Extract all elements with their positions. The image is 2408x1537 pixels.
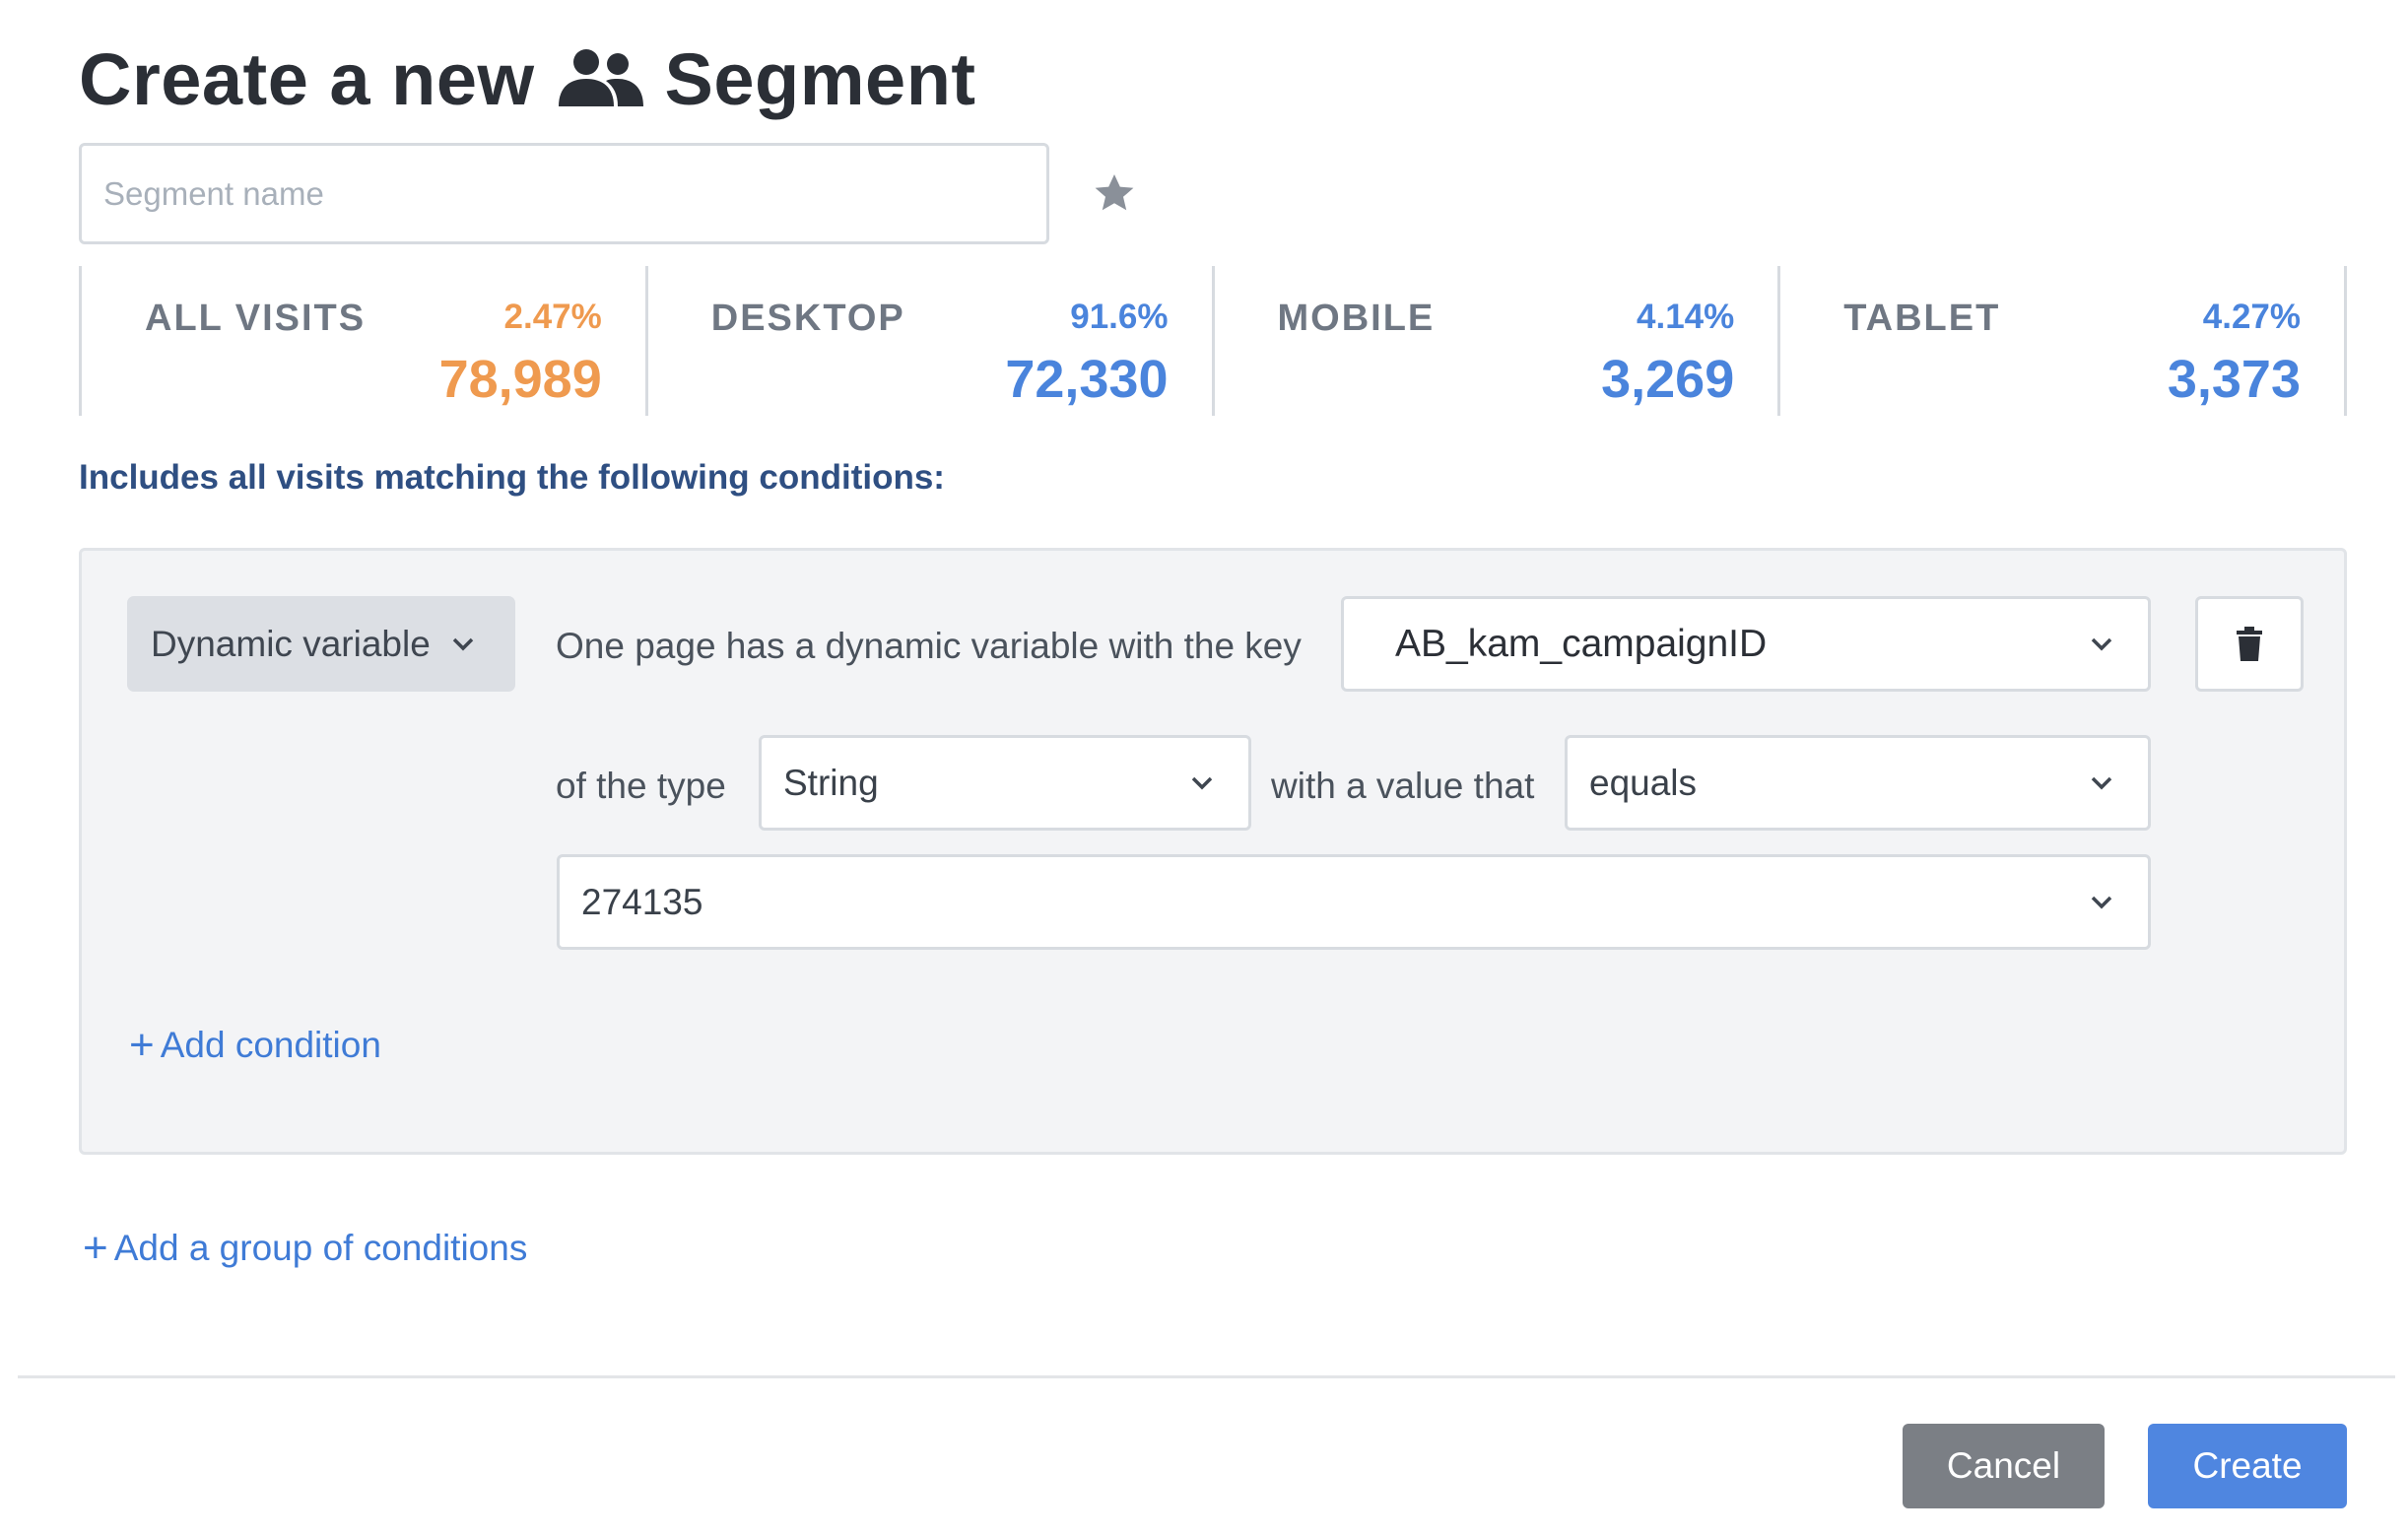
footer-divider bbox=[18, 1375, 2395, 1378]
stat-label: MOBILE bbox=[1277, 298, 1436, 339]
create-button[interactable]: Create bbox=[2148, 1424, 2347, 1508]
operator-value: equals bbox=[1589, 762, 1698, 803]
chevron-down-icon bbox=[1191, 776, 1213, 789]
key-value: AB_kam_campaignID bbox=[1395, 622, 1768, 665]
data-type-dropdown[interactable]: String bbox=[759, 735, 1251, 831]
page-title: Create a new Segment bbox=[79, 37, 976, 121]
stat-percent: 2.47% bbox=[503, 298, 602, 336]
title-prefix: Create a new bbox=[79, 38, 535, 120]
condition-sentence-operator: with a value that bbox=[1271, 766, 1535, 806]
condition-sentence-key: One page has a dynamic variable with the… bbox=[556, 626, 1302, 666]
stat-count: 72,330 bbox=[1005, 350, 1169, 409]
value-dropdown[interactable]: 274135 bbox=[557, 854, 2151, 950]
stat-percent: 4.27% bbox=[2202, 298, 2301, 336]
chevron-down-icon bbox=[452, 637, 474, 650]
stat-label: TABLET bbox=[1843, 298, 2001, 339]
cancel-button[interactable]: Cancel bbox=[1903, 1424, 2105, 1508]
stat-count: 78,989 bbox=[438, 350, 602, 409]
chevron-down-icon bbox=[2091, 637, 2112, 650]
title-suffix: Segment bbox=[664, 38, 976, 120]
stat-all-visits[interactable]: ALL VISITS 2.47% 78,989 bbox=[79, 266, 645, 416]
stat-percent: 91.6% bbox=[1070, 298, 1169, 336]
chevron-down-icon bbox=[2091, 896, 2112, 908]
plus-icon: + bbox=[129, 1021, 155, 1069]
stat-mobile[interactable]: MOBILE 4.14% 3,269 bbox=[1211, 266, 1778, 416]
stat-label: ALL VISITS bbox=[145, 298, 367, 339]
add-group-link[interactable]: + Add a group of conditions bbox=[83, 1227, 527, 1270]
stat-desktop[interactable]: DESKTOP 91.6% 72,330 bbox=[644, 266, 1212, 416]
stat-tablet[interactable]: TABLET 4.27% 3,373 bbox=[1777, 266, 2347, 416]
stats-bar: ALL VISITS 2.47% 78,989 DESKTOP 91.6% 72… bbox=[79, 266, 2347, 416]
condition-value: 274135 bbox=[581, 881, 703, 922]
add-condition-link[interactable]: + Add condition bbox=[129, 1024, 381, 1067]
stat-label: DESKTOP bbox=[710, 298, 905, 339]
data-type-value: String bbox=[783, 762, 879, 803]
condition-type-dropdown[interactable]: Dynamic variable bbox=[127, 596, 515, 692]
segment-name-input[interactable] bbox=[79, 143, 1049, 244]
plus-icon: + bbox=[83, 1224, 108, 1272]
chevron-down-icon bbox=[2091, 776, 2112, 789]
delete-condition-button[interactable] bbox=[2195, 596, 2304, 692]
condition-type-label: Dynamic variable bbox=[151, 623, 431, 664]
add-condition-label: Add condition bbox=[160, 1025, 381, 1065]
add-group-label: Add a group of conditions bbox=[113, 1228, 528, 1268]
operator-dropdown[interactable]: equals bbox=[1565, 735, 2151, 831]
condition-sentence-type: of the type bbox=[556, 766, 726, 806]
stat-count: 3,269 bbox=[1601, 350, 1735, 409]
condition-group: Dynamic variable One page has a dynamic … bbox=[79, 548, 2347, 1155]
key-dropdown[interactable]: AB_kam_campaignID bbox=[1341, 596, 2151, 692]
stat-count: 3,373 bbox=[2167, 350, 2301, 409]
conditions-heading: Includes all visits matching the followi… bbox=[79, 458, 945, 497]
stat-percent: 4.14% bbox=[1637, 298, 1735, 336]
people-icon bbox=[558, 48, 643, 106]
star-icon[interactable] bbox=[1090, 169, 1139, 217]
trash-icon bbox=[2237, 626, 2262, 661]
